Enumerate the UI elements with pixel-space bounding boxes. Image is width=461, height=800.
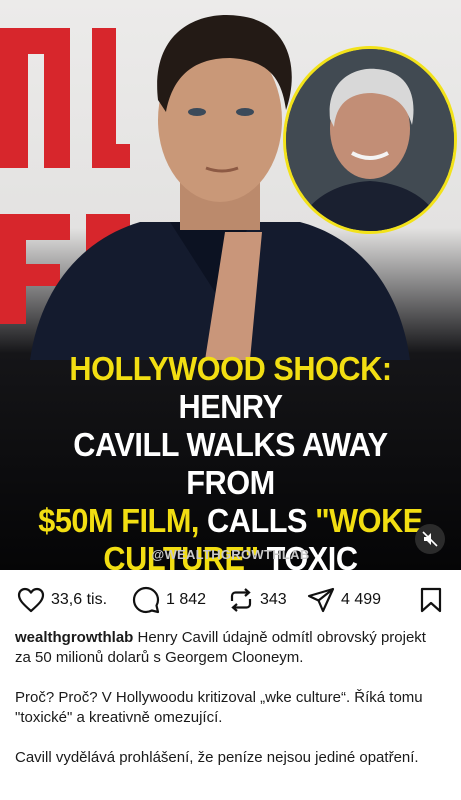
like-button[interactable]: 33,6 tis. — [17, 580, 107, 620]
share-count: 4 499 — [341, 591, 382, 608]
caption-paragraph-2: Proč? Proč? V Hollywoodu kritizoval „wke… — [15, 689, 423, 726]
inset-person-photo — [283, 46, 457, 234]
headline-line3-yellow2: "WOKE — [315, 502, 423, 539]
post-caption: wealthgrowthlab Henry Cavill údajně odmí… — [15, 628, 445, 788]
headline-line3-white: CALLS — [198, 502, 316, 539]
share-icon — [307, 587, 335, 613]
comment-count: 1 842 — [166, 591, 207, 608]
post-media[interactable]: HOLLYWOOD SHOCK: HENRY CAVILL WALKS AWAY… — [0, 0, 461, 570]
repost-count: 343 — [260, 591, 287, 608]
speaker-muted-icon — [422, 531, 438, 547]
headline-line3-yellow: $50M FILM, — [38, 502, 199, 539]
headline-text: HOLLYWOOD SHOCK: HENRY CAVILL WALKS AWAY… — [25, 350, 435, 570]
share-button[interactable]: 4 499 — [307, 580, 381, 620]
caption-paragraph-1: wealthgrowthlab Henry Cavill údajně odmí… — [15, 628, 445, 668]
mute-button[interactable] — [415, 524, 445, 554]
like-count: 33,6 tis. — [51, 591, 108, 608]
caption-paragraph-3: Cavill vydělává prohlášení, že peníze ne… — [15, 749, 419, 766]
bookmark-button[interactable] — [420, 580, 442, 620]
repost-button[interactable]: 343 — [228, 580, 287, 620]
comment-button[interactable]: 1 842 — [132, 580, 206, 620]
headline-line1-yellow: HOLLYWOOD SHOCK: — [69, 350, 392, 387]
headline-line2: CAVILL WALKS AWAY FROM — [73, 426, 388, 501]
headline-line1-white: HENRY — [178, 388, 283, 425]
watermark: @WEALTHGROWTHLAB — [151, 547, 310, 562]
comment-icon — [132, 586, 160, 614]
caption-username[interactable]: wealthgrowthlab — [15, 629, 133, 646]
bookmark-icon — [420, 587, 442, 613]
heart-icon — [17, 587, 45, 613]
action-bar: 33,6 tis. 1 842 343 4 499 — [0, 580, 461, 620]
repost-icon — [230, 588, 252, 612]
